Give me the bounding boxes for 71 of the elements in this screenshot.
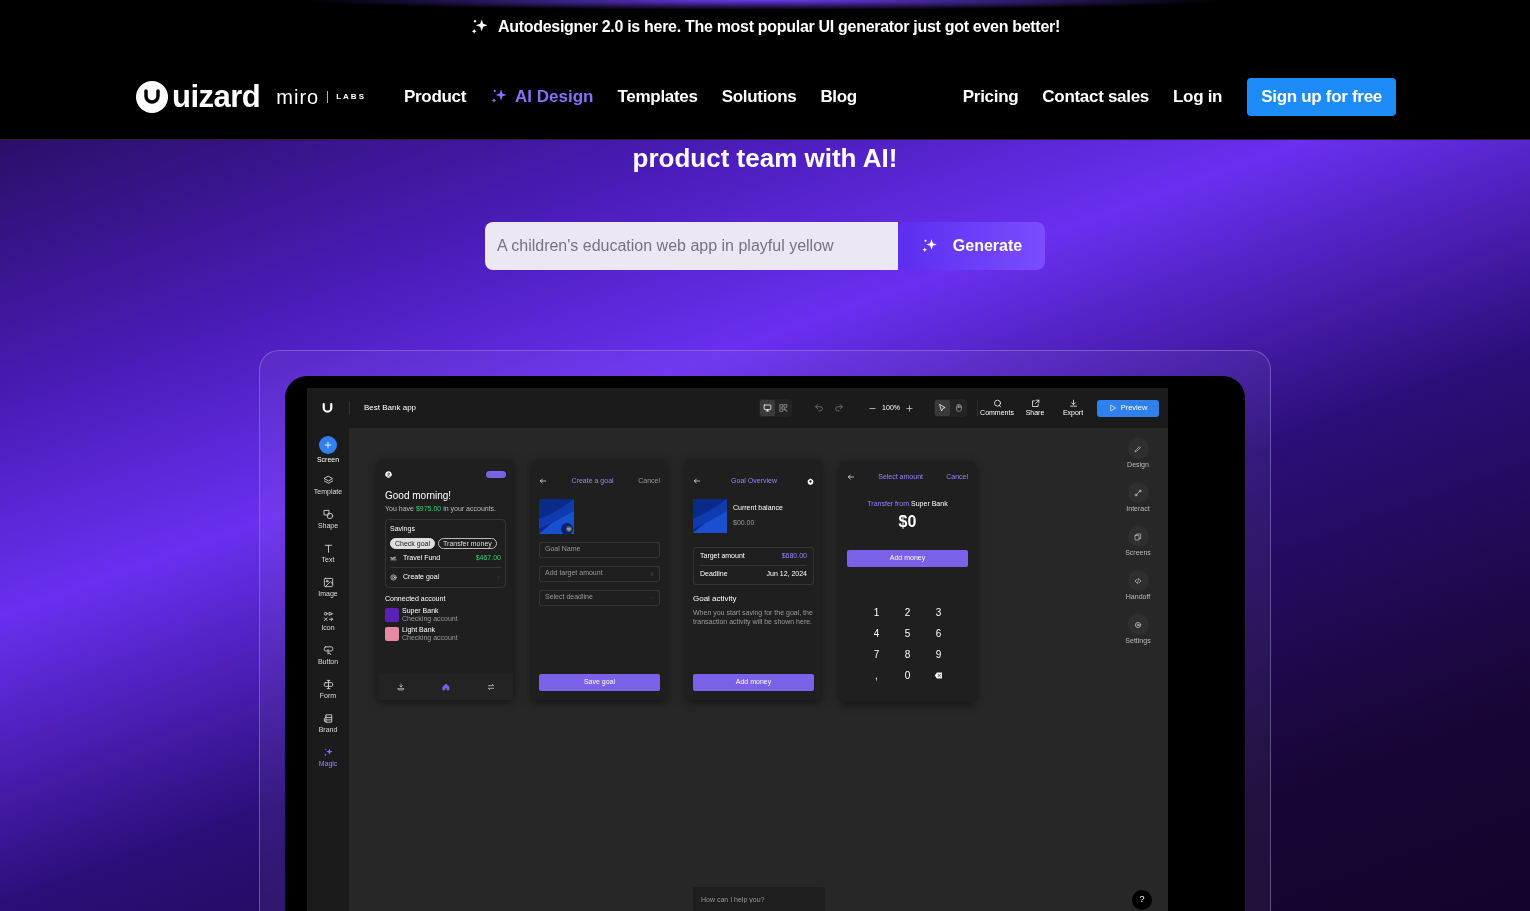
home-icon[interactable] (441, 683, 450, 691)
desktop-icon[interactable] (760, 400, 776, 416)
amount-display: $0 (897, 512, 918, 532)
partner-tag: LABS (336, 90, 366, 103)
plus-icon (319, 436, 337, 454)
logo-icon[interactable] (136, 80, 168, 113)
search-icon (992, 399, 1002, 408)
tray-icon[interactable] (396, 683, 405, 691)
layers-icon (322, 474, 334, 486)
nav-link[interactable]: Solutions (721, 84, 797, 110)
zoom-in-icon[interactable] (905, 403, 914, 413)
project-name: Best Bank app (364, 402, 417, 414)
form-icon (322, 678, 334, 690)
nav-link[interactable]: Product (403, 84, 467, 110)
text-icon (322, 542, 334, 554)
pencil-icon (1134, 444, 1142, 453)
link-icon (1134, 488, 1142, 497)
shapes-icon (322, 508, 334, 520)
nav-link[interactable]: Contact sales (1042, 84, 1149, 110)
keypad-key[interactable]: 2 (892, 605, 923, 620)
help-button[interactable]: ? (1132, 890, 1152, 910)
pointer-icon[interactable] (935, 400, 950, 416)
code-icon (1134, 576, 1142, 585)
transfer-icon[interactable] (486, 683, 495, 691)
play-icon (1108, 404, 1117, 412)
screens-icon (1134, 532, 1142, 541)
prompt-field[interactable]: A children's education web app in playful yellow (485, 222, 898, 270)
status-pill (486, 471, 506, 478)
logo-wordmark[interactable]: uizard (172, 81, 261, 113)
settings-icon (1134, 620, 1142, 629)
back-arrow-icon[interactable] (693, 477, 701, 486)
plane-icon (390, 554, 397, 562)
nav-link[interactable]: Log in (1173, 84, 1223, 110)
nav-link[interactable]: AI Design (490, 84, 594, 110)
undo-icon[interactable] (814, 403, 825, 413)
hero-headline: product team with AI! (631, 142, 899, 174)
announcement-text: Autodesigner 2.0 is here. The most popular UI generator just got even better! (498, 17, 1060, 38)
greeting-text: Good morning! (385, 489, 453, 503)
keypad-key[interactable]: , (861, 668, 892, 683)
keypad-key[interactable]: 8 (892, 647, 923, 662)
chevron-right-icon (496, 574, 501, 580)
camera-icon[interactable] (566, 525, 572, 532)
settings-icon[interactable] (807, 477, 814, 485)
target-icon (390, 573, 397, 581)
nav-link[interactable]: Templates (617, 84, 698, 110)
image-icon (322, 576, 334, 588)
keypad-key[interactable]: 3 (923, 605, 954, 620)
keypad-key[interactable]: 9 (923, 647, 954, 662)
keypad-key[interactable]: 0 (892, 668, 923, 683)
brand-icon (322, 712, 334, 724)
share-icon (1030, 399, 1040, 408)
nav-link[interactable]: Blog (820, 84, 857, 110)
keypad-key[interactable]: 4 (861, 626, 892, 641)
redo-icon[interactable] (834, 403, 845, 413)
keypad-key[interactable]: 1 (861, 605, 892, 620)
sparkle-icon (322, 746, 334, 758)
nav-link[interactable]: Pricing (962, 84, 1019, 110)
back-arrow-icon[interactable] (539, 477, 547, 486)
backspace-icon[interactable] (933, 671, 944, 680)
logo-icon[interactable] (320, 400, 335, 416)
partner-wordmark: miro (276, 86, 320, 107)
keypad-key[interactable]: 7 (861, 647, 892, 662)
section-title: Goal activity (693, 592, 738, 605)
keypad-key[interactable]: 6 (923, 626, 954, 641)
icon-set-icon (322, 610, 334, 622)
keypad-key[interactable]: 5 (892, 626, 923, 641)
generate-button[interactable]: Generate (898, 222, 1045, 270)
cursor-button-icon (322, 644, 334, 656)
download-icon (1068, 399, 1078, 408)
avatar-icon[interactable] (385, 471, 392, 478)
back-arrow-icon[interactable] (847, 473, 855, 482)
